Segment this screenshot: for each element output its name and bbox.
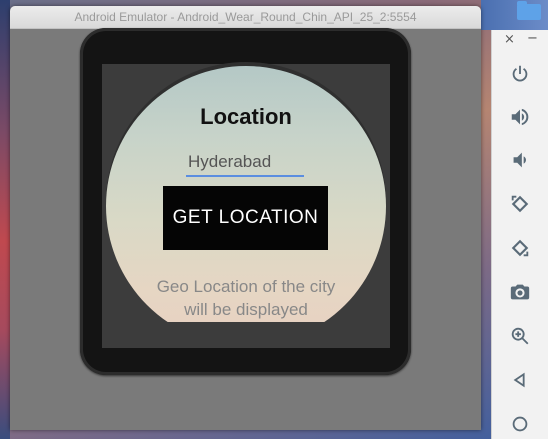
- watch-frame: Location GET LOCATION Geo Location of th…: [80, 28, 411, 375]
- desktop-folder-icon[interactable]: [517, 1, 541, 20]
- window-title: Android Emulator - Android_Wear_Round_Ch…: [74, 10, 417, 24]
- home-icon[interactable]: [507, 411, 533, 437]
- watch-screen: Location GET LOCATION Geo Location of th…: [106, 66, 386, 346]
- watch-chin: [102, 322, 390, 348]
- get-location-button[interactable]: GET LOCATION: [163, 186, 328, 250]
- camera-icon[interactable]: [507, 279, 533, 305]
- zoom-icon[interactable]: [507, 323, 533, 349]
- window-titlebar[interactable]: Android Emulator - Android_Wear_Round_Ch…: [10, 6, 481, 29]
- back-icon[interactable]: [507, 367, 533, 393]
- city-input[interactable]: [186, 149, 304, 177]
- desktop-background: [0, 0, 10, 439]
- watch-display-area: Location GET LOCATION Geo Location of th…: [102, 62, 390, 348]
- volume-up-icon[interactable]: [507, 104, 533, 130]
- close-icon[interactable]: ×: [504, 32, 515, 47]
- volume-down-icon[interactable]: [507, 147, 533, 173]
- emulator-toolbar: × −: [491, 30, 548, 439]
- rotate-right-icon[interactable]: [507, 235, 533, 261]
- power-icon[interactable]: [507, 61, 533, 87]
- toolbar-header: × −: [492, 30, 548, 52]
- minimize-icon[interactable]: −: [527, 31, 538, 46]
- rotate-left-icon[interactable]: [507, 191, 533, 217]
- page-title: Location: [200, 104, 292, 129]
- geo-location-text: Geo Location of the city will be display…: [156, 277, 336, 319]
- emulator-window: Android Emulator - Android_Wear_Round_Ch…: [10, 6, 481, 430]
